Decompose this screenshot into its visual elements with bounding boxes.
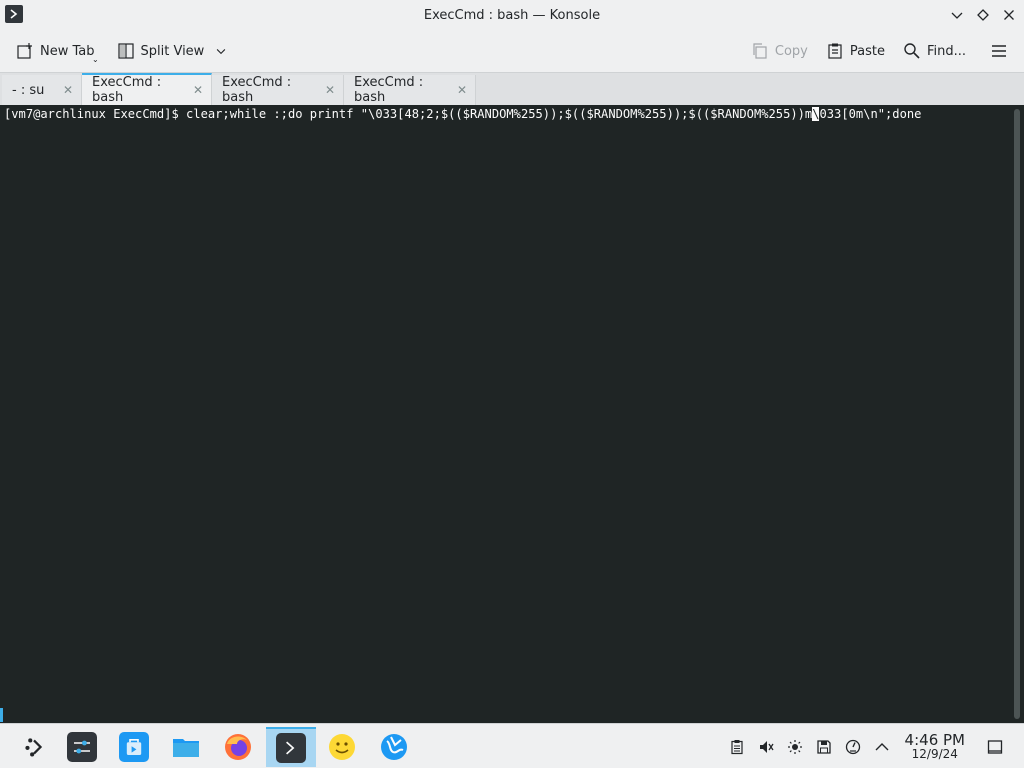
close-icon[interactable]: ✕ (457, 83, 467, 97)
chevron-up-icon (875, 742, 889, 750)
tray-expand-button[interactable] (869, 734, 895, 760)
hamburger-menu-button[interactable] (984, 36, 1014, 66)
maximize-button[interactable] (974, 6, 992, 24)
paste-icon (828, 43, 842, 59)
show-desktop-icon (987, 739, 1003, 754)
emoji-selector[interactable] (318, 727, 366, 767)
firefox-icon (225, 734, 251, 760)
volume-muted-icon (759, 740, 774, 753)
copy-icon (753, 43, 767, 59)
copy-label: Copy (774, 43, 808, 59)
window-title: ExecCmd : bash — Konsole (423, 7, 601, 23)
system-tray: 4:46 PM 12/9/24 (721, 724, 1024, 768)
smiley-icon (329, 734, 355, 760)
tab-execcmd-bash-3[interactable]: ExecCmd : bash ✕ (344, 75, 476, 105)
tab-label: ExecCmd : bash (92, 75, 162, 105)
paste-button[interactable]: Paste (820, 36, 891, 66)
konsole-taskbar-item[interactable] (266, 727, 316, 767)
firefox[interactable] (214, 727, 262, 767)
globe-icon (381, 734, 407, 760)
scrollbar[interactable] (1014, 109, 1020, 719)
tab-bar: - : su ✕ ExecCmd : bash ✕ ExecCmd : bash… (0, 72, 1024, 105)
web-browser[interactable] (370, 727, 418, 767)
dolphin[interactable] (162, 727, 210, 767)
discover[interactable] (110, 727, 158, 767)
split-view-icon (117, 43, 134, 59)
close-icon (1004, 10, 1014, 20)
close-icon[interactable]: ✕ (193, 83, 203, 97)
application-launcher[interactable] (10, 727, 58, 767)
terminal-view[interactable]: [vm7@archlinux ExecCmd]$ clear;while :;d… (0, 105, 1024, 723)
tab-su[interactable]: - : su ✕ (2, 75, 82, 105)
find-button[interactable]: Find... (897, 36, 972, 66)
store-icon (119, 732, 149, 762)
terminal-icon (276, 733, 306, 763)
command-line-before-cursor: [vm7@archlinux ExecCmd]$ clear;while :;d… (4, 107, 813, 121)
settings-icon (67, 732, 97, 762)
find-label: Find... (926, 43, 966, 59)
folder-icon (171, 732, 201, 762)
clock-time: 4:46 PM (904, 730, 965, 749)
disk-tray-button[interactable] (811, 734, 837, 760)
digital-clock[interactable]: 4:46 PM 12/9/24 (904, 730, 965, 761)
new-tab-icon (17, 43, 32, 59)
new-tab-label: New Tab (40, 43, 95, 59)
save-disk-icon (816, 739, 831, 754)
paste-label: Paste (849, 43, 885, 59)
clipboard-tray-button[interactable] (724, 734, 750, 760)
split-view-button[interactable]: Split View (111, 36, 235, 66)
update-gauge-icon (845, 739, 860, 754)
clipboard-icon (730, 739, 743, 754)
terminal-output: [vm7@archlinux ExecCmd]$ clear;while :;d… (4, 107, 1004, 121)
volume-tray-button[interactable] (753, 734, 779, 760)
close-icon[interactable]: ✕ (63, 83, 73, 97)
chevron-down-icon (217, 49, 226, 55)
close-button[interactable] (1000, 6, 1018, 24)
launcher-icon (25, 738, 43, 757)
new-tab-button[interactable]: New Tab ⌄ (10, 36, 101, 66)
brightness-tray-button[interactable] (782, 734, 808, 760)
clock-date: 12/9/24 (911, 746, 958, 761)
search-icon (904, 43, 920, 59)
command-line-after-cursor: 033[0m\n";done (819, 107, 922, 121)
show-desktop-button[interactable] (982, 734, 1008, 760)
minimize-button[interactable] (948, 6, 966, 24)
split-view-label: Split View (140, 43, 205, 59)
tab-execcmd-bash-1[interactable]: ExecCmd : bash ✕ (82, 73, 212, 105)
konsole-app-icon[interactable] (5, 5, 23, 23)
brightness-icon (787, 739, 802, 754)
tab-label: ExecCmd : bash (222, 75, 292, 105)
chevron-down-icon (951, 12, 963, 19)
title-bar: ExecCmd : bash — Konsole (0, 0, 1024, 30)
scrollbar-thumb[interactable] (1014, 109, 1020, 719)
tab-label: - : su (12, 82, 45, 98)
diamond-icon (977, 9, 989, 21)
tab-label: ExecCmd : bash (354, 75, 424, 105)
taskbar: 4:46 PM 12/9/24 (0, 723, 1024, 768)
system-settings[interactable] (58, 727, 106, 767)
window-controls (948, 6, 1018, 24)
line-marker (0, 708, 3, 722)
updates-tray-button[interactable] (840, 734, 866, 760)
close-icon[interactable]: ✕ (325, 83, 335, 97)
toolbar: New Tab ⌄ Split View Copy Paste Find... (0, 30, 1024, 72)
tab-execcmd-bash-2[interactable]: ExecCmd : bash ✕ (212, 75, 344, 105)
hamburger-menu-icon (992, 45, 1006, 57)
new-tab-dropdown-arrow[interactable]: ⌄ (92, 55, 99, 64)
copy-button[interactable]: Copy (745, 36, 814, 66)
